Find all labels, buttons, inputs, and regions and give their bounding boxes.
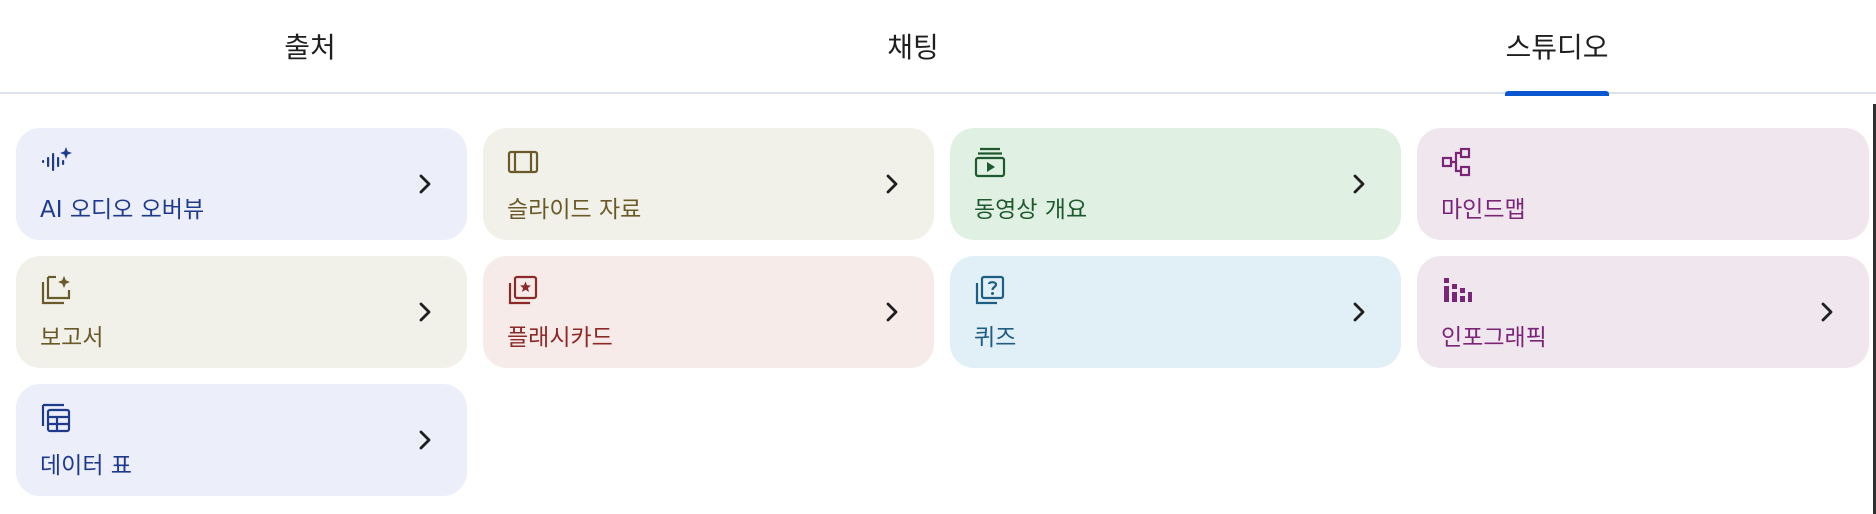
quiz-icon (974, 274, 1006, 306)
card-label: 동영상 개요 (974, 197, 1088, 223)
chevron-right-icon (1813, 298, 1841, 326)
card-label: 슬라이드 자료 (507, 197, 642, 223)
card-quiz[interactable]: 퀴즈 (950, 256, 1401, 368)
card-data-table[interactable]: 데이터 표 (16, 384, 467, 496)
card-label: 플래시카드 (507, 325, 613, 351)
video-icon (974, 146, 1006, 178)
card-label: 보고서 (40, 325, 104, 351)
mindmap-icon (1441, 146, 1473, 178)
tab-studio-text: 스튜디오 (1505, 31, 1609, 64)
chevron-right-icon (411, 298, 439, 326)
chevron-right-icon (1345, 170, 1373, 198)
active-tab-indicator (1505, 91, 1609, 96)
tab-chat-label: 채팅 (887, 31, 939, 64)
card-label: 퀴즈 (974, 325, 1017, 351)
card-slides[interactable]: 슬라이드 자료 (483, 128, 934, 240)
chevron-right-icon (878, 170, 906, 198)
data-table-icon (40, 402, 72, 434)
card-label: AI 오디오 오버뷰 (40, 197, 205, 223)
card-mind-map[interactable]: 마인드맵 (1417, 128, 1869, 240)
card-infographic[interactable]: 인포그래픽 (1417, 256, 1869, 368)
report-icon (40, 274, 72, 306)
card-label: 데이터 표 (40, 453, 132, 479)
chevron-right-icon (411, 170, 439, 198)
tab-chat[interactable]: 채팅 (603, 0, 1223, 94)
card-label: 인포그래픽 (1441, 325, 1547, 351)
tab-studio[interactable]: 스튜디오 (1247, 0, 1867, 96)
tab-sources[interactable]: 출처 (0, 0, 620, 94)
card-video-overview[interactable]: 동영상 개요 (950, 128, 1401, 240)
chevron-right-icon (878, 298, 906, 326)
tab-sources-label: 출처 (284, 31, 336, 64)
chevron-right-icon (411, 426, 439, 454)
tab-studio-label: 스튜디오 (1505, 26, 1609, 96)
chevron-right-icon (1345, 298, 1373, 326)
tab-bar: 출처 채팅 스튜디오 (0, 0, 1876, 96)
infographic-icon (1441, 274, 1473, 306)
audio-sparkle-icon (40, 146, 72, 178)
card-audio-overview[interactable]: AI 오디오 오버뷰 (16, 128, 467, 240)
card-flashcards[interactable]: 플래시카드 (483, 256, 934, 368)
card-report[interactable]: 보고서 (16, 256, 467, 368)
slides-icon (507, 146, 539, 178)
card-label: 마인드맵 (1441, 197, 1526, 223)
flashcard-icon (507, 274, 539, 306)
